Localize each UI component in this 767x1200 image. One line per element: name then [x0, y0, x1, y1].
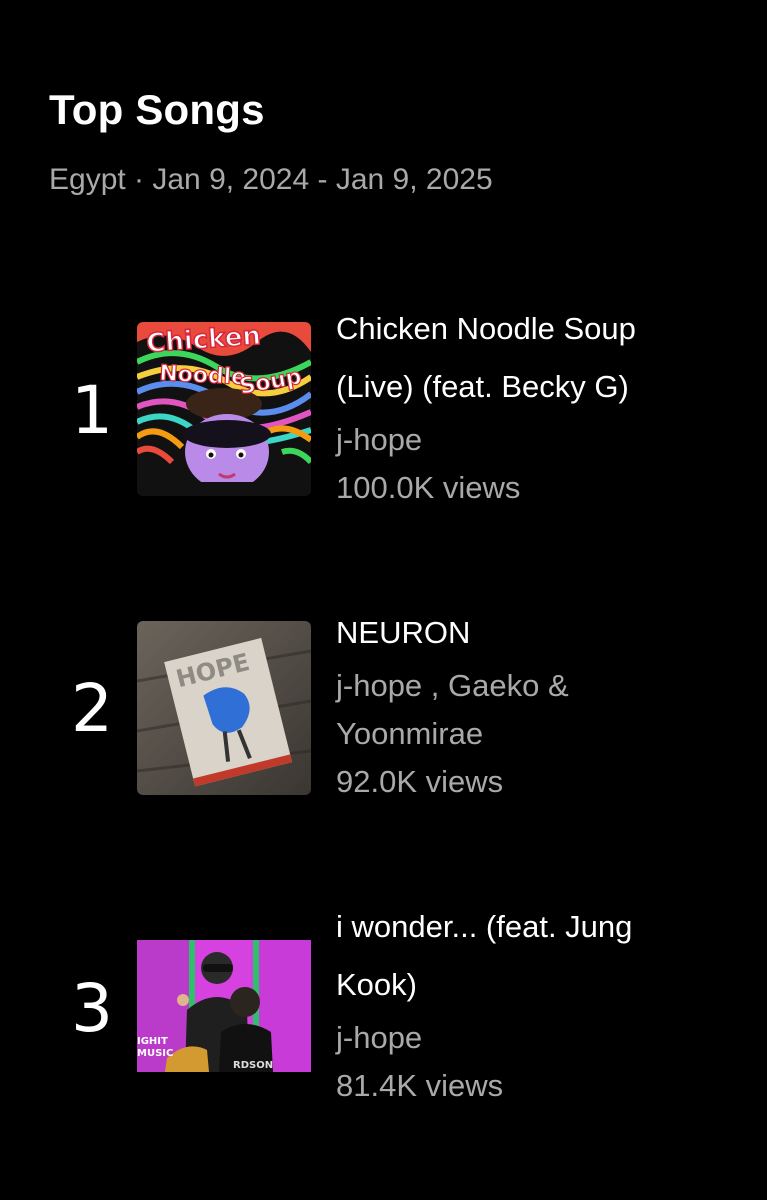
song-info: i wonder... (feat. Jung Kook) j-hope 81.… — [336, 898, 736, 1110]
song-title-line-2[interactable]: Kook) — [336, 956, 736, 1014]
song-title-line-1[interactable]: Chicken Noodle Soup — [336, 300, 736, 358]
song-thumbnail[interactable]: Chicken Noodle Soup — [137, 322, 311, 496]
song-views: 100.0K views — [336, 470, 521, 505]
album-art-text: Noodle — [159, 361, 247, 391]
song-item-3[interactable]: 3 IGHIT MUSIC RDSON i wonder... (feat. J… — [0, 898, 767, 1118]
song-item-1[interactable]: 1 Chicken Noodle Soup Chicken Noodle Sou… — [0, 300, 767, 520]
page-title: Top Songs — [49, 86, 265, 133]
song-info: NEURON j-hope , Gaeko & Yoonmirae 92.0K … — [336, 604, 736, 806]
song-artist[interactable]: j-hope — [336, 416, 736, 464]
album-art-hope-on-the-street: HOPE — [137, 621, 311, 795]
song-artist-line-1[interactable]: j-hope , Gaeko & — [336, 662, 736, 710]
song-artist-line-2[interactable]: Yoonmirae — [336, 710, 736, 758]
song-rank: 1 — [71, 372, 113, 449]
song-info: Chicken Noodle Soup (Live) (feat. Becky … — [336, 300, 736, 512]
song-thumbnail[interactable]: IGHIT MUSIC RDSON — [137, 940, 311, 1072]
header: Top Songs Egypt · Jan 9, 2024 - Jan 9, 2… — [49, 84, 493, 198]
song-title-line-1[interactable]: i wonder... (feat. Jung — [336, 898, 736, 956]
song-views: 81.4K views — [336, 1068, 504, 1103]
album-art-text: RDSON — [233, 1060, 273, 1071]
album-art-text: IGHIT — [137, 1036, 168, 1047]
song-thumbnail[interactable]: HOPE — [137, 621, 311, 795]
album-art-text: MUSIC — [137, 1048, 173, 1059]
album-art-i-wonder: IGHIT MUSIC RDSON — [137, 940, 311, 1072]
page-subtitle: Egypt · Jan 9, 2024 - Jan 9, 2025 — [49, 163, 493, 196]
song-rank: 3 — [71, 970, 113, 1047]
song-rank: 2 — [71, 670, 113, 747]
song-views: 92.0K views — [336, 764, 504, 799]
song-title-line-1[interactable]: NEURON — [336, 604, 736, 662]
album-art-chicken-noodle-soup: Chicken Noodle Soup — [137, 322, 311, 496]
song-artist[interactable]: j-hope — [336, 1014, 736, 1062]
song-item-2[interactable]: 2 HOPE NEURON j-hope , Gaeko & Yoonmirae — [0, 604, 767, 824]
song-title-line-2[interactable]: (Live) (feat. Becky G) — [336, 358, 736, 416]
